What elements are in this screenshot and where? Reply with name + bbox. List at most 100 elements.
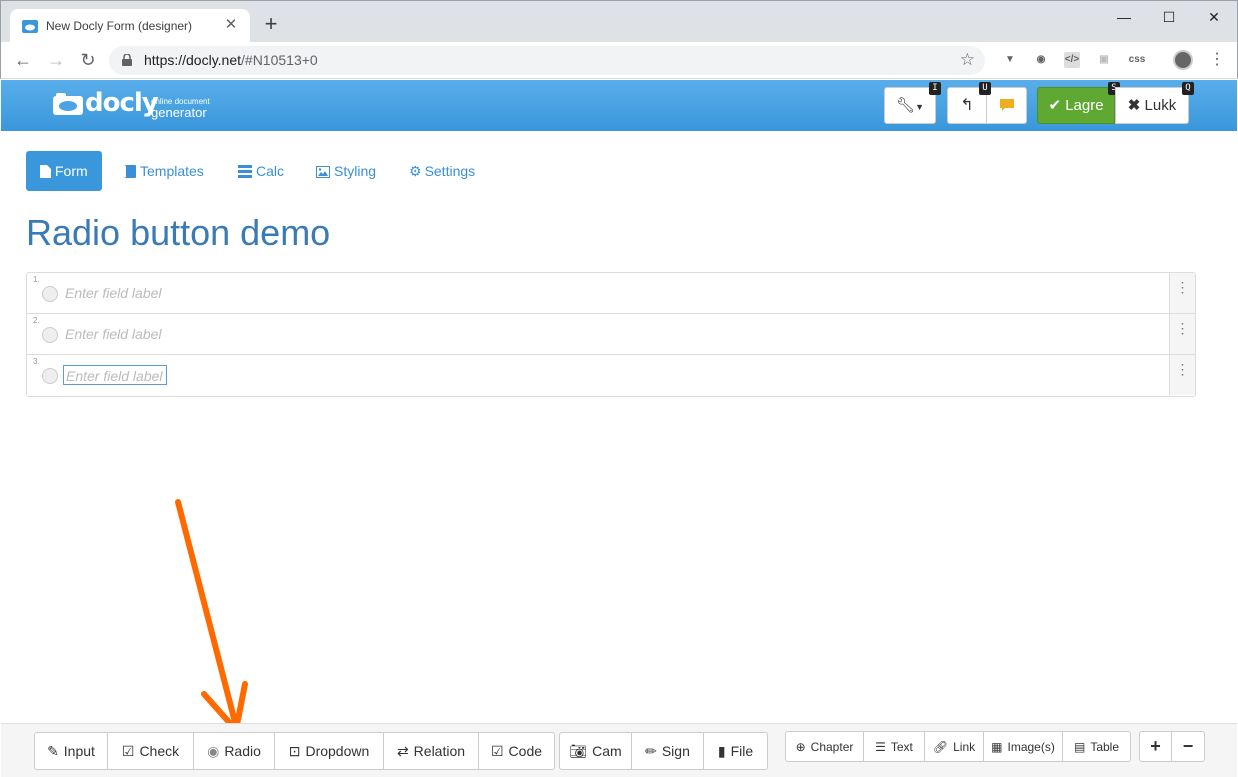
wrench-icon: 🔧︎	[896, 97, 916, 114]
browser-titlebar: New Docly Form (designer) ✕ + — ☐ ✕	[0, 0, 1238, 43]
plus-circle-icon: ⊕	[795, 739, 806, 754]
dropdown-label: Dropdown	[305, 743, 370, 759]
tab-settings[interactable]: ⚙ Settings	[395, 151, 489, 191]
field-menu-icon[interactable]: ⋮	[1169, 355, 1195, 395]
radio-field-row[interactable]: 2. Enter field label ⋮	[27, 314, 1195, 355]
window-close-icon[interactable]: ✕	[1191, 5, 1237, 29]
add-file-button[interactable]: ▮ File	[704, 733, 767, 769]
tab-calc-label: Calc	[256, 163, 285, 179]
extension-chat-icon[interactable]: ▣	[1096, 52, 1112, 68]
tab-calc[interactable]: Calc	[224, 151, 298, 191]
add-text-button[interactable]: ☰ Text	[864, 732, 925, 761]
page-title[interactable]: Radio button demo	[26, 212, 330, 254]
add-relation-button[interactable]: ⇄ Relation	[384, 733, 479, 769]
input-label: Input	[63, 743, 95, 759]
close-x-icon: ✖	[1127, 97, 1141, 114]
tab-form[interactable]: Form	[26, 151, 102, 191]
add-input-button[interactable]: ✎ Input	[35, 733, 108, 769]
grid-icon: ▦	[991, 739, 1003, 754]
link-label: Link	[953, 739, 976, 754]
browser-tab[interactable]: New Docly Form (designer) ✕	[10, 9, 250, 43]
add-check-button[interactable]: ☑ Check	[108, 733, 194, 769]
image-icon	[316, 166, 330, 178]
pencil-icon: ✏︎	[645, 742, 657, 759]
cloud-logo-icon	[53, 93, 83, 115]
radio-field-row[interactable]: 3. Enter field label ⋮	[27, 355, 1195, 396]
add-dropdown-button[interactable]: ⊡ Dropdown	[275, 733, 384, 769]
extension-camera-icon[interactable]: ◉	[1033, 52, 1049, 68]
add-chapter-button[interactable]: ⊕ Chapter	[786, 732, 864, 761]
back-icon[interactable]: ←	[13, 50, 33, 70]
caret-down-icon: ▼	[915, 102, 924, 112]
undo-comment-group: ↰ U	[947, 82, 1027, 124]
add-radio-button[interactable]: ◉ Radio	[194, 733, 275, 769]
check-icon: ✔	[1048, 97, 1062, 114]
close-tab-icon[interactable]: ✕	[222, 16, 240, 34]
reload-icon[interactable]: ↻	[78, 50, 98, 70]
comment-icon	[1000, 99, 1014, 111]
images-label: Image(s)	[1007, 739, 1055, 754]
browser-menu-icon[interactable]: ⋮	[1209, 50, 1225, 70]
field-menu-icon[interactable]: ⋮	[1169, 273, 1195, 313]
radio-dot-icon: ◉	[207, 742, 220, 759]
url-text: https://docly.net/#N10513+0	[144, 52, 318, 68]
profile-avatar[interactable]	[1173, 50, 1193, 70]
book-icon	[124, 165, 136, 178]
tab-templates[interactable]: Templates	[110, 151, 218, 191]
maximize-icon[interactable]: ☐	[1146, 5, 1192, 29]
radio-field-row[interactable]: 1. Enter field label ⋮	[27, 273, 1195, 314]
field-number: 2.	[33, 316, 40, 325]
exchange-icon: ⇄	[396, 742, 409, 759]
zoom-out-button[interactable]: −	[1172, 732, 1204, 761]
gear-icon: ⚙	[409, 163, 422, 179]
add-images-button[interactable]: ▦ Image(s)	[984, 732, 1063, 761]
extension-code-icon[interactable]: </>	[1064, 52, 1080, 68]
field-menu-icon[interactable]: ⋮	[1169, 314, 1195, 354]
zoom-group: + −	[1139, 731, 1205, 762]
table-icon: ▤	[1073, 739, 1086, 754]
extension-css-icon[interactable]: css	[1125, 52, 1149, 68]
file-icon: ▮	[717, 742, 726, 759]
add-cam-button[interactable]: 📷︎ Cam	[560, 733, 632, 769]
tools-dropdown-button[interactable]: 🔧︎▼ I	[884, 82, 941, 124]
sign-label: Sign	[661, 743, 690, 759]
add-code-button[interactable]: ☑ Code	[479, 733, 554, 769]
comment-button[interactable]	[988, 88, 1026, 123]
tab-styling-label: Styling	[334, 163, 377, 179]
field-label-input[interactable]: Enter field label	[63, 283, 167, 303]
bookmark-star-icon[interactable]: ☆	[960, 50, 975, 70]
add-link-button[interactable]: 🔗︎ Link	[925, 732, 984, 761]
app-header: docly online document generator 🔧︎▼ I ↰ …	[1, 80, 1237, 131]
field-label-input[interactable]: Enter field label	[63, 324, 167, 344]
save-button[interactable]: ✔ Lagre S	[1037, 82, 1120, 124]
new-tab-icon[interactable]: +	[261, 13, 281, 35]
tab-settings-label: Settings	[424, 163, 476, 179]
close-button[interactable]: ✖ Lukk Q	[1115, 82, 1194, 124]
tab-styling[interactable]: Styling	[302, 151, 390, 191]
radio-button-icon[interactable]	[42, 286, 58, 302]
save-label: Lagre	[1065, 97, 1104, 114]
edit-icon: ✎	[47, 742, 59, 759]
add-table-button[interactable]: ▤ Table	[1063, 732, 1130, 761]
chapter-label: Chapter	[810, 739, 854, 754]
radio-label: Radio	[224, 743, 261, 759]
extension-cup-icon[interactable]: ▼	[1002, 52, 1018, 68]
add-sign-button[interactable]: ✏︎ Sign	[632, 733, 704, 769]
minimize-icon[interactable]: —	[1101, 5, 1147, 29]
code-label: Code	[508, 743, 543, 759]
reply-arrow-icon: ↰	[960, 97, 974, 114]
logo-wordmark: docly	[85, 88, 159, 118]
shortcut-badge-close: Q	[1182, 82, 1194, 95]
field-label-input-focused[interactable]: Enter field label	[63, 365, 167, 385]
forward-icon[interactable]: →	[46, 50, 66, 70]
address-bar[interactable]: https://docly.net/#N10513+0 ☆	[109, 46, 985, 75]
tab-form-label: Form	[55, 163, 88, 179]
shortcut-badge-undo: U	[979, 82, 991, 95]
dropdown-icon: ⊡	[288, 742, 301, 759]
radio-button-icon[interactable]	[42, 327, 58, 343]
browser-toolbar: ← → ↻ https://docly.net/#N10513+0 ☆ ▼ ◉ …	[0, 42, 1238, 79]
content-group: ⊕ Chapter ☰ Text 🔗︎ Link ▦ Image(s) ▤ Table	[785, 731, 1131, 762]
radio-button-icon[interactable]	[42, 368, 58, 384]
code-check-icon: ☑	[490, 742, 504, 759]
zoom-in-button[interactable]: +	[1140, 732, 1172, 761]
